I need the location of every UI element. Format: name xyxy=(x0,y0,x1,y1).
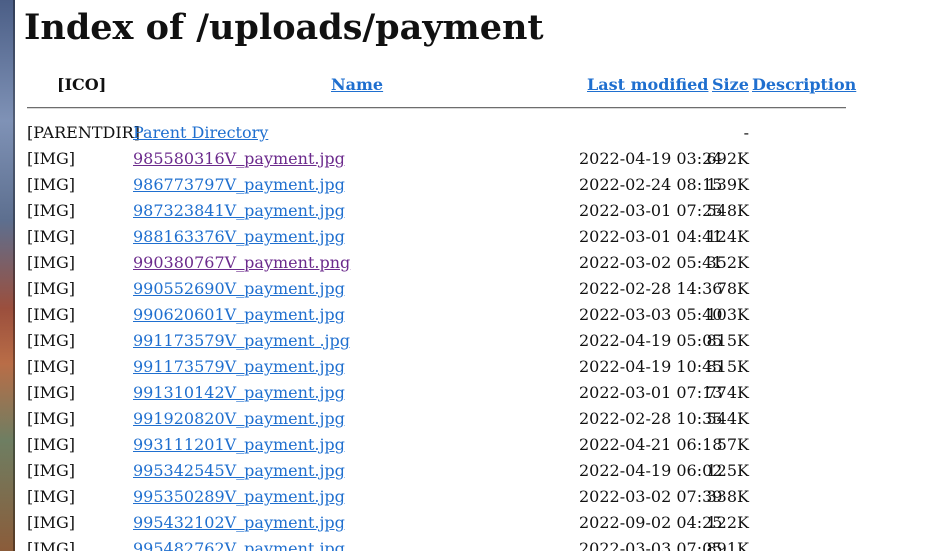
file-link[interactable]: 993111201V_payment.jpg xyxy=(133,434,345,456)
file-size: 544K xyxy=(706,409,750,428)
directory-listing-page: Index of /uploads/payment [ICO] Name Las… xyxy=(15,0,943,551)
file-link[interactable]: 991310142V_payment.jpg xyxy=(133,382,345,404)
header-separator xyxy=(27,107,846,109)
file-size: - xyxy=(743,123,749,142)
file-size: 338K xyxy=(706,487,750,506)
table-row: [IMG] 995432102V_payment.jpg 2022-09-02 … xyxy=(15,512,943,536)
table-row: [IMG] 991173579V_payment .jpg 2022-04-19… xyxy=(15,330,943,354)
file-link[interactable]: 995482762V_payment.jpg xyxy=(133,538,345,551)
table-row: [IMG] 990380767V_payment.png 2022-03-02 … xyxy=(15,252,943,276)
image-icon-label: [IMG] xyxy=(27,201,75,220)
file-link[interactable]: 995342545V_payment.jpg xyxy=(133,460,345,482)
background-window-strip xyxy=(0,0,15,551)
name-column-header-link[interactable]: Name xyxy=(331,74,383,96)
file-link[interactable]: 990620601V_payment.jpg xyxy=(133,304,345,326)
image-icon-label: [IMG] xyxy=(27,461,75,480)
image-icon-label: [IMG] xyxy=(27,331,75,350)
image-icon-label: [IMG] xyxy=(27,175,75,194)
image-icon-label: [IMG] xyxy=(27,409,75,428)
table-row: [IMG] 991920820V_payment.jpg 2022-02-28 … xyxy=(15,408,943,432)
file-size: 57K xyxy=(716,435,749,454)
file-link[interactable]: 995350289V_payment.jpg xyxy=(133,486,345,508)
parentdir-icon-label: [PARENTDIR] xyxy=(27,123,140,142)
table-row: [IMG] 993111201V_payment.jpg 2022-04-21 … xyxy=(15,434,943,458)
image-icon-label: [IMG] xyxy=(27,227,75,246)
table-row: [IMG] 995482762V_payment.jpg 2022-03-03 … xyxy=(15,538,943,551)
image-icon-label: [IMG] xyxy=(27,357,75,376)
size-column-header-link[interactable]: Size xyxy=(712,74,749,96)
table-row: [IMG] 988163376V_payment.jpg 2022-03-01 … xyxy=(15,226,943,250)
file-link[interactable]: 990380767V_payment.png xyxy=(133,252,350,274)
file-link[interactable]: 986773797V_payment.jpg xyxy=(133,174,345,196)
file-link[interactable]: 991173579V_payment .jpg xyxy=(133,330,350,352)
file-size: 103K xyxy=(706,305,750,324)
ico-column-header: [ICO] xyxy=(57,75,107,94)
image-icon-label: [IMG] xyxy=(27,149,75,168)
file-size: 125K xyxy=(706,461,750,480)
last-modified-column-header-link[interactable]: Last modified xyxy=(587,74,708,96)
file-size: 774K xyxy=(706,383,750,402)
file-size: 815K xyxy=(706,357,750,376)
file-size: 815K xyxy=(706,331,750,350)
file-size: 352K xyxy=(706,253,750,272)
file-link[interactable]: 988163376V_payment.jpg xyxy=(133,226,345,248)
image-icon-label: [IMG] xyxy=(27,253,75,272)
image-icon-label: [IMG] xyxy=(27,383,75,402)
table-row: [IMG] 987323841V_payment.jpg 2022-03-01 … xyxy=(15,200,943,224)
file-link[interactable]: 987323841V_payment.jpg xyxy=(133,200,345,222)
image-icon-label: [IMG] xyxy=(27,305,75,324)
table-row: [IMG] 995342545V_payment.jpg 2022-04-19 … xyxy=(15,460,943,484)
table-header-row: [ICO] Name Last modified Size Descriptio… xyxy=(15,74,943,98)
image-icon-label: [IMG] xyxy=(27,539,75,551)
table-row: [IMG] 991173579V_payment.jpg 2022-04-19 … xyxy=(15,356,943,380)
image-icon-label: [IMG] xyxy=(27,513,75,532)
parent-directory-row: [PARENTDIR] Parent Directory - xyxy=(15,122,943,146)
file-link[interactable]: 990552690V_payment.jpg xyxy=(133,278,345,300)
table-row: [IMG] 995350289V_payment.jpg 2022-03-02 … xyxy=(15,486,943,510)
table-row: [IMG] 990552690V_payment.jpg 2022-02-28 … xyxy=(15,278,943,302)
file-size: 78K xyxy=(716,279,749,298)
file-size: 122K xyxy=(706,513,750,532)
description-column-header-link[interactable]: Description xyxy=(752,74,856,96)
file-size: 891K xyxy=(706,539,750,551)
image-icon-label: [IMG] xyxy=(27,279,75,298)
file-link[interactable]: 985580316V_payment.jpg xyxy=(133,148,345,170)
file-link[interactable]: 991920820V_payment.jpg xyxy=(133,408,345,430)
page-title: Index of /uploads/payment xyxy=(24,7,544,48)
parent-directory-link[interactable]: Parent Directory xyxy=(133,122,268,144)
file-link[interactable]: 991173579V_payment.jpg xyxy=(133,356,345,378)
table-row: [IMG] 990620601V_payment.jpg 2022-03-03 … xyxy=(15,304,943,328)
image-icon-label: [IMG] xyxy=(27,435,75,454)
table-row: [IMG] 991310142V_payment.jpg 2022-03-01 … xyxy=(15,382,943,406)
file-size: 139K xyxy=(706,175,750,194)
file-size: 548K xyxy=(706,201,750,220)
file-link[interactable]: 995432102V_payment.jpg xyxy=(133,512,345,534)
file-size: 692K xyxy=(706,149,750,168)
table-row: [IMG] 986773797V_payment.jpg 2022-02-24 … xyxy=(15,174,943,198)
image-icon-label: [IMG] xyxy=(27,487,75,506)
file-size: 124K xyxy=(706,227,750,246)
table-row: [IMG] 985580316V_payment.jpg 2022-04-19 … xyxy=(15,148,943,172)
